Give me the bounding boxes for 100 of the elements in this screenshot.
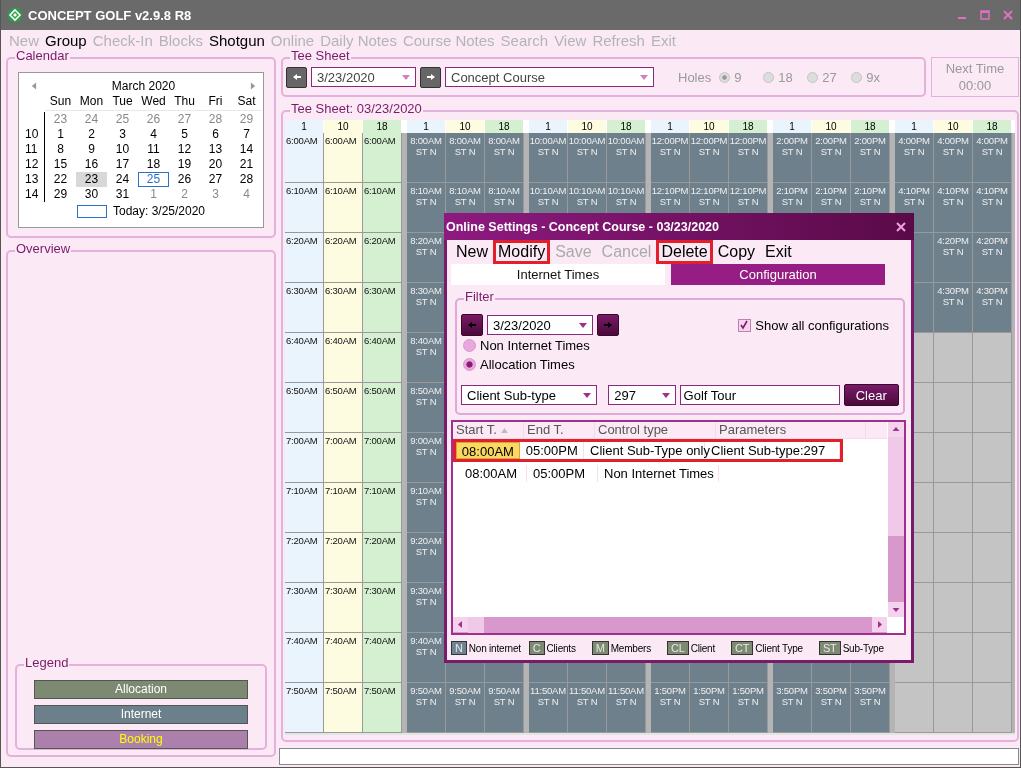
tee-time-cell[interactable]: 4:10PM ST N <box>973 183 1012 233</box>
tee-time-cell[interactable]: 6:30AM <box>324 283 363 333</box>
calendar-day[interactable]: 23 <box>76 172 107 187</box>
tee-time-cell[interactable]: 9:20AM ST N <box>407 533 446 583</box>
date-dropdown[interactable]: 3/23/2020 <box>487 315 593 335</box>
toolbar-button[interactable]: New <box>451 240 493 264</box>
calendar-day[interactable]: 27 <box>169 112 200 127</box>
tee-time-cell[interactable]: 3:50PM ST N <box>812 683 851 733</box>
calendar-day[interactable]: 31 <box>107 187 138 202</box>
calendar-day[interactable]: 28 <box>200 112 231 127</box>
tee-time-cell[interactable]: 10:00AM ST N <box>568 133 607 183</box>
tee-time-cell[interactable]: 4:30PM ST N <box>973 283 1012 333</box>
tee-time-cell[interactable]: 11:50AM ST N <box>529 683 568 733</box>
tee-time-cell[interactable]: 7:10AM <box>285 483 324 533</box>
tee-time-cell[interactable]: 7:30AM <box>363 583 402 633</box>
tee-time-cell[interactable]: 3:50PM ST N <box>773 683 812 733</box>
tee-time-cell[interactable]: 9:50AM ST N <box>446 683 485 733</box>
tee-time-cell[interactable]: 4:00PM ST N <box>895 133 934 183</box>
tee-time-cell[interactable]: 6:50AM <box>285 383 324 433</box>
calendar-day[interactable]: 18 <box>138 157 169 172</box>
column-header[interactable]: Parameters <box>716 422 866 438</box>
tee-time-cell[interactable]: 4:20PM ST N <box>934 233 973 283</box>
tee-time-cell[interactable]: 6:40AM <box>285 333 324 383</box>
toolbar-button[interactable]: Exit <box>760 240 797 264</box>
calendar-day[interactable]: 26 <box>169 172 200 187</box>
tee-time-cell[interactable]: 2:00PM ST N <box>773 133 812 183</box>
calendar-day[interactable]: 21 <box>231 157 262 172</box>
calendar-day[interactable]: 19 <box>169 157 200 172</box>
tee-time-cell[interactable]: 1:50PM ST N <box>651 683 690 733</box>
radio-label[interactable]: Allocation Times <box>480 357 575 372</box>
tee-time-cell[interactable]: 6:40AM <box>324 333 363 383</box>
tee-time-cell[interactable]: 7:40AM <box>285 633 324 683</box>
tee-time-cell[interactable]: 7:20AM <box>285 533 324 583</box>
tee-time-cell[interactable]: 7:20AM <box>324 533 363 583</box>
name-field[interactable]: Golf Tour <box>679 385 840 405</box>
calendar-day[interactable]: 3 <box>200 187 231 202</box>
tee-time-cell[interactable]: 7:50AM <box>285 683 324 733</box>
tee-time-cell[interactable]: 9:00AM ST N <box>407 433 446 483</box>
tab[interactable]: Configuration <box>671 264 885 285</box>
tee-time-cell[interactable]: 8:20AM ST N <box>407 233 446 283</box>
calendar-day[interactable]: 9 <box>76 142 107 157</box>
tee-time-cell[interactable]: 4:20PM ST N <box>973 233 1012 283</box>
tee-time-cell[interactable]: 3:50PM ST N <box>851 683 890 733</box>
table-row[interactable]: 08:00AM 05:00PM Client Sub-Type onlyClient Sub-type:297 <box>453 439 843 462</box>
tee-time-cell[interactable]: 9:50AM ST N <box>407 683 446 733</box>
calendar-day[interactable]: 4 <box>231 187 262 202</box>
tee-time-cell[interactable]: 8:00AM ST N <box>485 133 524 183</box>
tee-time-cell[interactable]: 2:00PM ST N <box>851 133 890 183</box>
code-dropdown[interactable]: 297 <box>608 385 676 405</box>
column-header[interactable]: End T. <box>524 422 595 438</box>
calendar-day[interactable]: 26 <box>138 112 169 127</box>
tee-time-cell[interactable]: 9:30AM ST N <box>407 583 446 633</box>
clear-button[interactable]: Clear <box>843 384 899 406</box>
today-label[interactable]: Today: 3/25/2020 <box>112 204 206 218</box>
tee-time-cell[interactable]: 4:00PM ST N <box>934 133 973 183</box>
calendar-day[interactable]: 28 <box>231 172 262 187</box>
calendar-day[interactable]: 17 <box>107 157 138 172</box>
tee-time-cell[interactable]: 8:30AM ST N <box>407 283 446 333</box>
column-header[interactable]: Control type <box>595 422 716 438</box>
tab[interactable]: Internet Times <box>451 264 665 285</box>
menu-item[interactable]: Shotgun <box>205 30 268 50</box>
tee-time-cell[interactable]: 9:40AM ST N <box>407 633 446 683</box>
calendar-day[interactable]: 13 <box>200 142 231 157</box>
tee-time-cell[interactable]: 7:30AM <box>285 583 324 633</box>
calendar-day[interactable]: 16 <box>76 157 107 172</box>
tee-time-cell[interactable]: 1:50PM ST N <box>690 683 729 733</box>
calendar-day[interactable]: 24 <box>76 112 107 127</box>
tee-time-cell[interactable]: 9:10AM ST N <box>407 483 446 533</box>
calendar-day[interactable]: 29 <box>45 187 76 202</box>
calendar-day[interactable]: 4 <box>138 127 169 142</box>
tee-time-cell[interactable]: 7:00AM <box>363 433 402 483</box>
tee-time-cell[interactable]: 7:50AM <box>324 683 363 733</box>
calendar-day[interactable]: 29 <box>231 112 262 127</box>
tee-time-cell[interactable]: 8:00AM ST N <box>407 133 446 183</box>
menu-item[interactable]: Group <box>42 30 90 50</box>
tee-time-cell[interactable]: 8:40AM ST N <box>407 333 446 383</box>
calendar-day[interactable]: 2 <box>76 127 107 142</box>
tee-time-cell[interactable]: 2:00PM ST N <box>812 133 851 183</box>
tee-time-cell[interactable]: 6:20AM <box>363 233 402 283</box>
tee-time-cell[interactable]: 8:50AM ST N <box>407 383 446 433</box>
tee-time-cell[interactable]: 7:00AM <box>324 433 363 483</box>
calendar-day[interactable]: 5 <box>169 127 200 142</box>
tee-time-cell[interactable]: 11:50AM ST N <box>607 683 646 733</box>
radio-label[interactable]: Non Internet Times <box>480 338 590 353</box>
checkbox-label[interactable]: Show all configurations <box>755 317 889 333</box>
calendar-day[interactable]: 23 <box>45 112 76 127</box>
calendar-day[interactable]: 20 <box>200 157 231 172</box>
calendar-day[interactable]: 1 <box>138 187 169 202</box>
calendar-day[interactable]: 2 <box>169 187 200 202</box>
tee-time-cell[interactable]: 7:50AM <box>363 683 402 733</box>
tee-time-cell[interactable]: 10:00AM ST N <box>529 133 568 183</box>
tee-time-cell[interactable]: 6:50AM <box>324 383 363 433</box>
calendar-day[interactable]: 24 <box>107 172 138 187</box>
calendar-day[interactable]: 25 <box>138 172 169 187</box>
tee-time-cell[interactable]: 7:20AM <box>363 533 402 583</box>
tee-time-cell[interactable]: 7:00AM <box>285 433 324 483</box>
tee-time-cell[interactable]: 6:30AM <box>363 283 402 333</box>
calendar-day[interactable]: 11 <box>138 142 169 157</box>
tee-time-cell[interactable]: 6:00AM <box>285 133 324 183</box>
calendar-day[interactable]: 25 <box>107 112 138 127</box>
